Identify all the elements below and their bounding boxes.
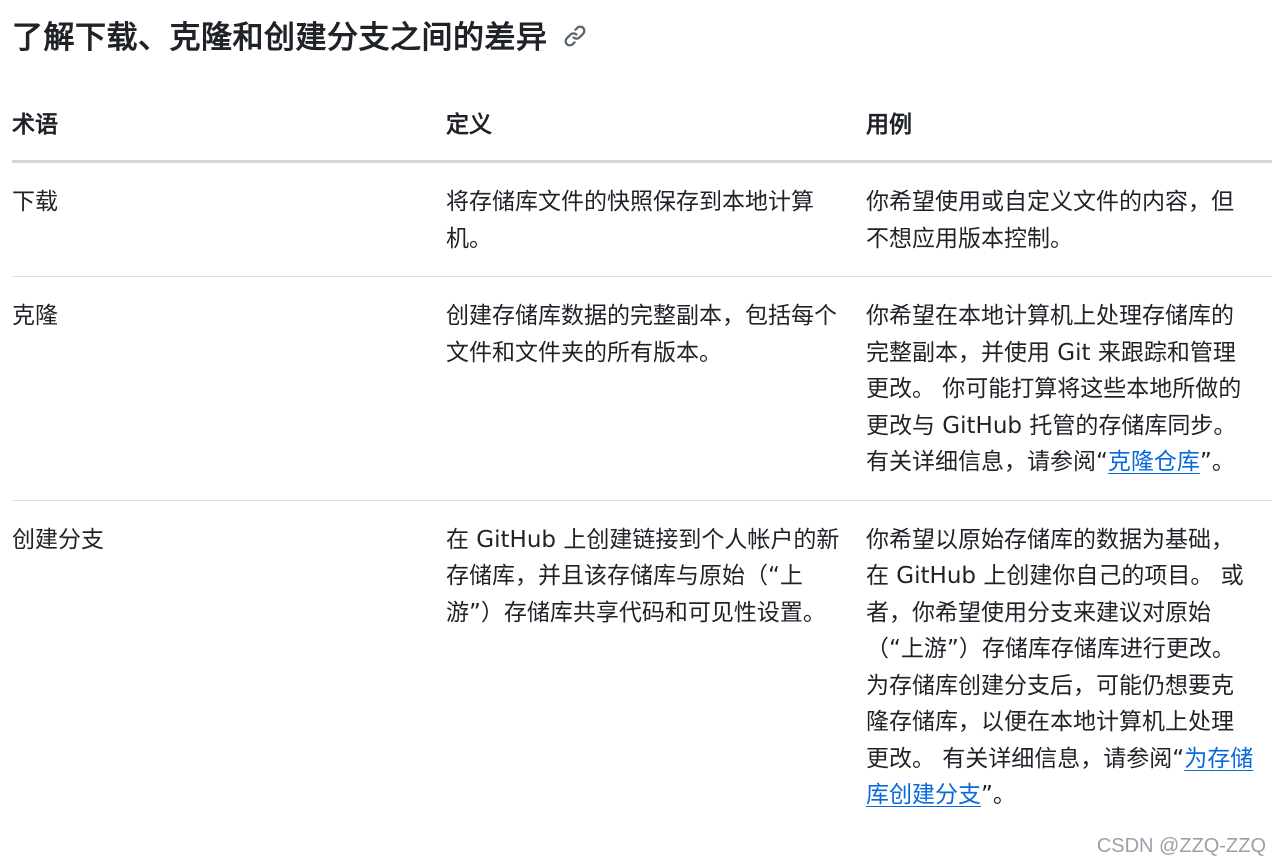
table-row-clone: 克隆 创建存储库数据的完整副本，包括每个文件和文件夹的所有版本。 你希望在本地计… bbox=[12, 276, 1272, 501]
table-header-row: 术语 定义 用例 bbox=[12, 88, 1272, 163]
comparison-table: 术语 定义 用例 下载 将存储库文件的快照保存到本地计算机。 你希望使用或自定义… bbox=[12, 88, 1272, 833]
use-case-cell: 你希望以原始存储库的数据为基础，在 GitHub 上创建你自己的项目。 或者，你… bbox=[866, 500, 1272, 833]
term-cell: 克隆 bbox=[12, 276, 446, 501]
link-icon[interactable] bbox=[562, 23, 588, 49]
column-header-definition: 定义 bbox=[446, 88, 866, 163]
term-cell: 下载 bbox=[12, 161, 446, 277]
cloning-repository-link[interactable]: 克隆仓库 bbox=[1108, 449, 1200, 475]
watermark: CSDN @ZZQ-ZZQ bbox=[1096, 835, 1266, 857]
article: 了解下载、克隆和创建分支之间的差异 术语 定义 用例 下载 将存储库文件的快照保… bbox=[12, 0, 1272, 864]
use-case-text: 你希望以原始存储库的数据为基础，在 GitHub 上创建你自己的项目。 或者，你… bbox=[866, 526, 1244, 772]
use-case-text-end: ”。 bbox=[981, 782, 1016, 808]
column-header-use-case: 用例 bbox=[866, 88, 1272, 163]
term-cell: 创建分支 bbox=[12, 526, 104, 553]
definition-cell: 将存储库文件的快照保存到本地计算机。 bbox=[446, 161, 866, 277]
use-case-text-end: ”。 bbox=[1199, 449, 1235, 475]
table-row-download: 下载 将存储库文件的快照保存到本地计算机。 你希望使用或自定义文件的内容，但不想… bbox=[12, 161, 1272, 277]
heading-row: 了解下载、克隆和创建分支之间的差异 bbox=[12, 10, 588, 58]
definition-cell: 创建存储库数据的完整副本，包括每个文件和文件夹的所有版本。 bbox=[446, 276, 866, 501]
table-row-fork: 创建分支 在 GitHub 上创建链接到个人帐户的新存储库，并且该存储库与原始（… bbox=[12, 500, 1272, 833]
use-case-cell: 你希望在本地计算机上处理存储库的完整副本，并使用 Git 来跟踪和管理更改。 你… bbox=[866, 276, 1272, 501]
definition-cell: 在 GitHub 上创建链接到个人帐户的新存储库，并且该存储库与原始（“上游”）… bbox=[446, 526, 840, 626]
page-title: 了解下载、克隆和创建分支之间的差异 bbox=[12, 19, 548, 56]
column-header-term: 术语 bbox=[12, 88, 446, 163]
use-case-cell: 你希望使用或自定义文件的内容，但不想应用版本控制。 bbox=[866, 161, 1272, 277]
